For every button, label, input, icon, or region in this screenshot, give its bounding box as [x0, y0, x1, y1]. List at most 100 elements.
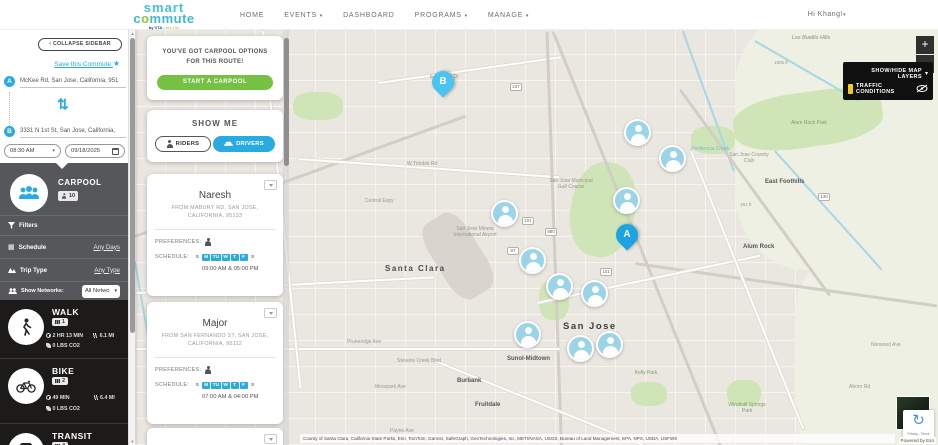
- any-type-link[interactable]: Any Type: [94, 267, 120, 274]
- any-days-link[interactable]: Any Days: [94, 244, 120, 251]
- map-layers-label: SHOW/HIDE MAP LAYERS: [871, 67, 922, 80]
- user-avatar-marker[interactable]: [491, 200, 518, 227]
- user-menu[interactable]: Hi Khang!▾: [808, 11, 846, 18]
- user-avatar-marker[interactable]: [546, 273, 573, 300]
- mode-row-transit[interactable]: TRANSIT 4 50 MIN 7.6 MI: [0, 423, 128, 445]
- map-park-kelly: [631, 382, 667, 406]
- filters-label: Filters: [19, 222, 38, 229]
- user-avatar-marker[interactable]: [596, 331, 623, 358]
- schedule-day-chip: T: [230, 381, 239, 389]
- user-avatar-marker[interactable]: [514, 321, 541, 348]
- card-collapse-chevron-button[interactable]: [264, 308, 277, 318]
- sidebar-scrollbar-thumb[interactable]: [130, 38, 135, 333]
- nav-item-home[interactable]: HOME: [240, 12, 264, 19]
- nav-item-dashboard[interactable]: DASHBOARD: [343, 12, 395, 19]
- scroll-up-arrow[interactable]: ▲: [129, 31, 136, 36]
- user-avatar-marker[interactable]: [567, 335, 594, 362]
- mode-distance: 6.4 MI: [100, 395, 115, 401]
- user-avatar-marker[interactable]: [581, 280, 608, 307]
- sidebar-notch: [56, 163, 68, 169]
- powered-by-esri: Powered by Esri: [898, 437, 936, 444]
- nav-item-programs[interactable]: PROGRAMS ▾: [415, 12, 468, 19]
- user-avatar-marker[interactable]: [659, 145, 686, 172]
- top-nav-header: smart commute by VTA Let's Go! HOME EVENT…: [0, 0, 938, 30]
- recaptcha-privacy-terms: Privacy - Terms: [907, 432, 930, 436]
- show-me-title: SHOW ME: [191, 119, 239, 128]
- map-zoom-in-button[interactable]: +: [916, 36, 934, 54]
- save-this-commute-link[interactable]: Save this Commute ★: [54, 59, 120, 68]
- results-scrollbar-thumb[interactable]: [283, 38, 289, 166]
- leaf-icon: [46, 406, 51, 412]
- route-connector-line: [9, 92, 10, 128]
- chevron-down-icon: ▾: [924, 71, 928, 77]
- depart-time-select[interactable]: 08:30 AM ▾: [4, 144, 61, 158]
- map-attribution: County of Santa Clara, California State …: [300, 434, 895, 443]
- user-avatar-marker[interactable]: [613, 187, 640, 214]
- user-avatar-marker[interactable]: [624, 119, 651, 146]
- rank-value: 2: [62, 378, 66, 384]
- mode-time: 49 MIN: [52, 395, 70, 401]
- networks-select[interactable]: All Netwo ▾: [82, 284, 120, 298]
- clock-icon: [46, 395, 51, 401]
- preferences-label: PREFERENCES:: [155, 238, 202, 245]
- carpool-title: CARPOOL: [58, 178, 102, 187]
- carpool-banner-card: YOU'VE GOT CARPOOL OPTIONS FOR THIS ROUT…: [147, 36, 283, 101]
- schedule-times: 07:00 AM & 04:00 PM: [202, 393, 259, 400]
- mode-co2: 0 LBS CO2: [52, 343, 80, 349]
- schedule-day-chip: TU: [211, 253, 221, 261]
- depart-date-value: 09/18/2025: [71, 148, 101, 154]
- networks-value: All Netwo: [85, 288, 110, 294]
- results-scrollbar[interactable]: [283, 30, 289, 445]
- rider-address: FROM SAN FERNANDO ST, SAN JOSE, CALIFORN…: [161, 333, 269, 348]
- show-me-card: SHOW ME RIDERS DRIVERS: [147, 110, 283, 162]
- drivers-filter-button[interactable]: DRIVERS: [213, 136, 275, 152]
- logo-tagline: by VTA Let's Go!: [148, 25, 180, 30]
- mode-rank-badge: 1: [52, 318, 69, 326]
- carpool-mode-button[interactable]: [10, 174, 48, 212]
- collapse-sidebar-button[interactable]: ‹ COLLAPSE SIDEBAR: [38, 38, 122, 51]
- nav-item-events[interactable]: EVENTS ▾: [284, 12, 323, 19]
- networks-label: Show Networks:: [21, 287, 64, 294]
- bike-mode-button[interactable]: [8, 368, 44, 404]
- transit-mode-button[interactable]: [8, 433, 44, 445]
- scroll-down-arrow[interactable]: ▼: [129, 439, 136, 444]
- depart-date-input[interactable]: 09/18/2025: [65, 144, 125, 158]
- map-pin-a[interactable]: A: [611, 219, 643, 251]
- origin-address-input[interactable]: McKee Rd, San Jose, California, 951: [20, 75, 126, 88]
- mode-distance: 6.1 MI: [99, 333, 115, 339]
- mode-row-walk[interactable]: WALK 1 2 HR 13 MIN 6.1 MI 0 LBS CO2: [0, 300, 128, 358]
- map-park: [691, 126, 735, 154]
- destination-address-input[interactable]: 3331 N 1st St, San Jose, California,: [20, 125, 126, 138]
- schedule-day-chip: S: [195, 254, 199, 260]
- nav-item-manage[interactable]: MANAGE ▾: [488, 12, 529, 19]
- smart-commute-logo[interactable]: smart commute by VTA Let's Go!: [118, 1, 210, 30]
- depart-time-value: 08:30 AM: [10, 148, 35, 154]
- schedule-day-chip: F: [239, 253, 248, 261]
- schedule-day-chip: S: [250, 382, 255, 388]
- networks-icon: [8, 288, 17, 294]
- map-park-windmill: [727, 380, 761, 406]
- carpool-count: 10: [69, 193, 76, 199]
- riders-filter-button[interactable]: RIDERS: [155, 136, 211, 152]
- traffic-conditions-toggle[interactable]: TRAFFIC CONDITIONS: [848, 81, 928, 96]
- smart-commute-app: Los Buellis Hills 1805 ft Alum Rock Park Sa…: [0, 0, 938, 445]
- mode-row-bike[interactable]: BIKE 2 49 MIN 6.4 MI 0 LBS CO2: [0, 358, 128, 423]
- map-pin-b[interactable]: B: [427, 66, 459, 98]
- rider-name: Major: [202, 318, 228, 329]
- start-a-carpool-button[interactable]: START A CARPOOL: [157, 75, 273, 91]
- networks-filter-row: Show Networks: All Netwo ▾: [0, 281, 128, 300]
- travel-modes-section: WALK 1 2 HR 13 MIN 6.1 MI 0 LBS CO2 BIKE…: [0, 300, 128, 445]
- card-collapse-chevron-button[interactable]: [264, 180, 277, 190]
- walk-mode-button[interactable]: [8, 309, 44, 345]
- map-park: [293, 92, 343, 120]
- sidebar-scrollbar[interactable]: ▲ ▼: [128, 30, 135, 445]
- card-collapse-chevron-button[interactable]: [264, 434, 277, 444]
- filters-row[interactable]: Filters: [0, 215, 128, 235]
- route-shield: 130: [818, 193, 830, 201]
- show-hide-map-layers-toggle[interactable]: SHOW/HIDE MAP LAYERS ▾: [848, 66, 928, 81]
- swap-stops-icon[interactable]: ⇅: [57, 96, 69, 113]
- chevron-down-icon: ▾: [114, 288, 117, 294]
- calendar-icon: [112, 147, 119, 155]
- people-icon: [61, 193, 67, 199]
- user-avatar-marker[interactable]: [519, 247, 546, 274]
